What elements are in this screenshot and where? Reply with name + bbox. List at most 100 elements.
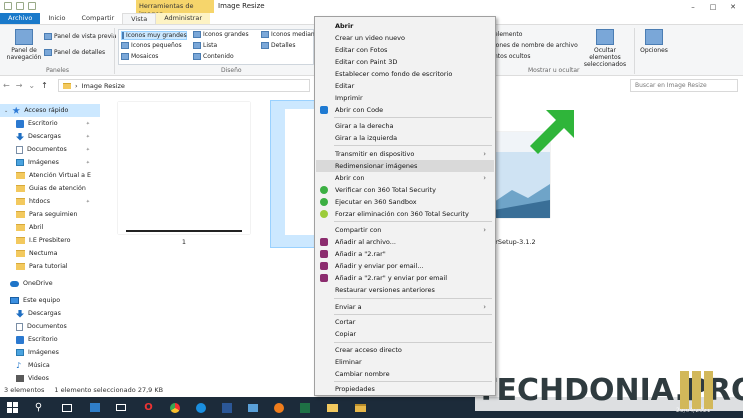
menu-item-share-with[interactable]: Compartir con ›: [316, 224, 494, 236]
firefox-icon[interactable]: [272, 401, 285, 414]
address-bar[interactable]: › Image Resize: [58, 79, 310, 92]
close-button[interactable]: ✕: [723, 0, 743, 13]
sidebar-item-folder[interactable]: Abril: [0, 221, 100, 234]
folder-icon[interactable]: [326, 401, 339, 414]
menu-item-360-sandbox[interactable]: Ejecutar en 360 Sandbox: [316, 196, 494, 208]
tab-share[interactable]: Compartir: [74, 13, 123, 24]
extra-large-icons-option[interactable]: Iconos muy grandes: [121, 31, 187, 40]
properties-icon[interactable]: [4, 2, 12, 10]
details-pane-button[interactable]: Panel de detalles: [44, 49, 105, 56]
forward-arrow-icon[interactable]: →: [16, 81, 23, 90]
chrome-icon[interactable]: [168, 401, 181, 414]
sidebar-item-folder[interactable]: Atención Virtual a E: [0, 169, 100, 182]
up-arrow-icon[interactable]: ↑: [41, 81, 48, 90]
tab-file[interactable]: Archivo: [0, 13, 41, 24]
menu-item-cast[interactable]: Transmitir en dispositivo ›: [316, 148, 494, 160]
menu-item-add-rar[interactable]: Añadir a "2.rar": [316, 248, 494, 260]
sidebar-item-pc-music[interactable]: ♪ Música: [0, 359, 100, 372]
tiles-option[interactable]: Mosaicos: [121, 53, 158, 60]
sidebar-item-desktop[interactable]: Escritorio ✦: [0, 117, 100, 130]
hide-selected-button[interactable]: Ocultar elementos seleccionados: [578, 29, 632, 68]
tab-home[interactable]: Inicio: [40, 13, 73, 24]
folder-icon[interactable]: [28, 2, 36, 10]
menu-item-create-shortcut[interactable]: Crear acceso directo: [316, 344, 494, 356]
opera-icon[interactable]: O: [142, 401, 155, 414]
preview-pane-button[interactable]: Panel de vista previa: [44, 33, 117, 40]
menu-item-properties[interactable]: Propiedades: [316, 383, 494, 395]
sidebar-item-quick-access[interactable]: ⌄ Acceso rápido: [0, 104, 100, 117]
word-icon[interactable]: [220, 401, 233, 414]
details-option[interactable]: Detalles: [261, 42, 296, 49]
menu-item-delete[interactable]: Eliminar: [316, 356, 494, 368]
excel-icon[interactable]: [298, 401, 311, 414]
tab-manage[interactable]: Administrar: [156, 13, 210, 24]
sidebar-item-pc-pictures[interactable]: Imágenes: [0, 346, 100, 359]
start-icon[interactable]: [6, 401, 19, 414]
menu-item-rotate-left[interactable]: Girar a la izquierda: [316, 132, 494, 144]
sidebar-item-folder[interactable]: Para tutorial: [0, 260, 100, 273]
menu-item-rotate-right[interactable]: Girar a la derecha: [316, 120, 494, 132]
menu-item-cut[interactable]: Cortar: [316, 316, 494, 328]
sidebar-item-pictures[interactable]: Imágenes ✦: [0, 156, 100, 169]
file-thumbnail[interactable]: [118, 102, 250, 234]
content-option[interactable]: Contenido: [193, 53, 234, 60]
medium-icons-option[interactable]: Iconos medianos: [261, 31, 322, 38]
sidebar-item-downloads[interactable]: Descargas ✦: [0, 130, 100, 143]
menu-item-create-video[interactable]: Crear un video nuevo: [316, 32, 494, 44]
menu-item-360-scan[interactable]: Verificar con 360 Total Security: [316, 184, 494, 196]
task-view-icon[interactable]: [60, 401, 73, 414]
sidebar-item-pc-downloads[interactable]: Descargas: [0, 307, 100, 320]
sidebar-item-folder[interactable]: htdocs ✦: [0, 195, 100, 208]
menu-item-edit-photos[interactable]: Editar con Fotos: [316, 44, 494, 56]
navigation-pane-button[interactable]: Panel de navegación: [6, 29, 42, 61]
search-input[interactable]: Buscar en Image Resize: [630, 79, 738, 92]
menu-item-print[interactable]: Imprimir: [316, 92, 494, 104]
large-icons-option[interactable]: Iconos grandes: [193, 31, 249, 38]
sidebar-item-this-pc[interactable]: Este equipo: [0, 294, 100, 307]
edge-icon[interactable]: [194, 401, 207, 414]
menu-item-open[interactable]: Abrir: [316, 20, 494, 32]
file-extensions-option[interactable]: iones de nombre de archivo: [494, 42, 578, 49]
undo-icon[interactable]: [16, 2, 24, 10]
sidebar-item-folder[interactable]: Nectuma: [0, 247, 100, 260]
options-button[interactable]: Opciones: [638, 29, 670, 54]
small-icons-option[interactable]: Iconos pequeños: [121, 42, 182, 49]
menu-item-rename[interactable]: Cambiar nombre: [316, 368, 494, 380]
menu-item-360-force-delete[interactable]: Forzar eliminación con 360 Total Securit…: [316, 208, 494, 220]
minimize-button[interactable]: –: [683, 0, 703, 13]
item-checkboxes-option[interactable]: elemento: [494, 31, 522, 38]
sidebar-item-pc-videos[interactable]: Videos: [0, 372, 100, 385]
selected-file-tile[interactable]: [270, 100, 320, 248]
sidebar-item-folder[interactable]: Para seguimien: [0, 208, 100, 221]
sidebar-item-documents[interactable]: Documentos ✦: [0, 143, 100, 156]
back-arrow-icon[interactable]: ←: [3, 81, 10, 90]
menu-item-resize-images[interactable]: Redimensionar imágenes: [316, 160, 494, 172]
menu-item-restore-versions[interactable]: Restaurar versiones anteriores: [316, 284, 494, 296]
sidebar-item-pc-documents[interactable]: Documentos: [0, 320, 100, 333]
menu-item-edit-paint3d[interactable]: Editar con Paint 3D: [316, 56, 494, 68]
sidebar-item-onedrive[interactable]: OneDrive: [0, 277, 100, 290]
photos-icon[interactable]: [246, 401, 259, 414]
sidebar-item-folder[interactable]: Guias de atención: [0, 182, 100, 195]
explorer-icon[interactable]: [354, 401, 367, 414]
hidden-items-option[interactable]: ntos ocultos: [494, 53, 530, 60]
expand-chevron-icon[interactable]: ⌄: [4, 108, 8, 114]
menu-item-add-email[interactable]: Añadir y enviar por email...: [316, 260, 494, 272]
menu-item-add-rar-email[interactable]: Añadir a "2.rar" y enviar por email: [316, 272, 494, 284]
sidebar-item-pc-desktop[interactable]: Escritorio: [0, 333, 100, 346]
store-icon[interactable]: [88, 401, 101, 414]
mail-icon[interactable]: [114, 401, 127, 414]
menu-item-add-archive[interactable]: Añadir al archivo...: [316, 236, 494, 248]
menu-item-set-wallpaper[interactable]: Establecer como fondo de escritorio: [316, 68, 494, 80]
maximize-button[interactable]: □: [703, 0, 723, 13]
list-option[interactable]: Lista: [193, 42, 217, 49]
sidebar-item-folder[interactable]: I.E Presbitero: [0, 234, 100, 247]
search-icon[interactable]: ⚲: [32, 401, 45, 414]
menu-item-copy[interactable]: Copiar: [316, 328, 494, 340]
menu-item-open-with[interactable]: Abrir con ›: [316, 172, 494, 184]
menu-item-open-with-code[interactable]: Abrir con Code: [316, 104, 494, 116]
tab-view[interactable]: Vista: [122, 13, 157, 24]
menu-item-edit[interactable]: Editar: [316, 80, 494, 92]
menu-item-send-to[interactable]: Enviar a ›: [316, 301, 494, 313]
recent-chevron-icon[interactable]: ⌄: [28, 81, 35, 90]
